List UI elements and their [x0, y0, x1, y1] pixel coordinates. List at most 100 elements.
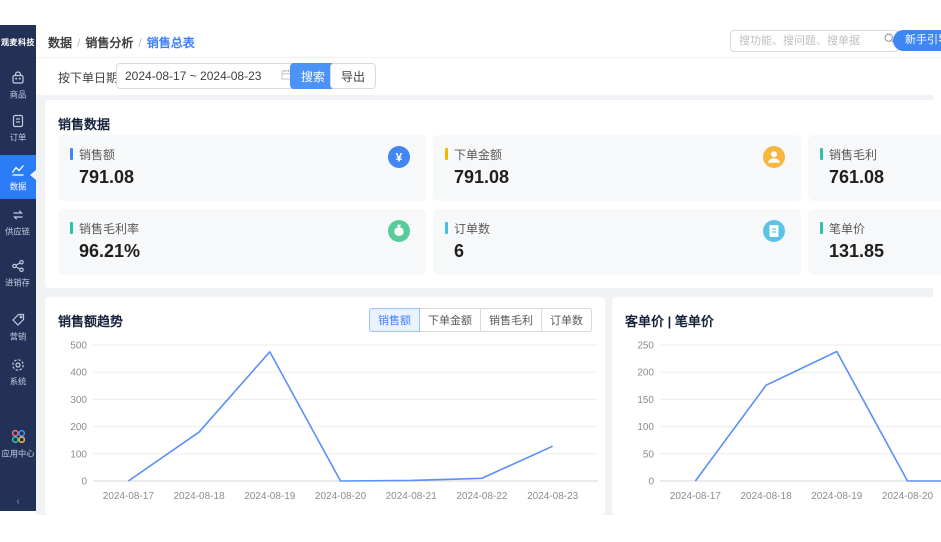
search-input[interactable] — [737, 34, 883, 48]
metric-label: 销售额 — [79, 148, 116, 162]
metric-label: 下单金额 — [454, 148, 503, 162]
metric-value: 96.21% — [79, 241, 141, 261]
svg-text:0: 0 — [648, 477, 654, 488]
sidebar-item-supply-chain[interactable]: 供应链 — [0, 207, 36, 238]
date-range-value: 2024-08-17 ~ 2024-08-23 — [125, 69, 262, 83]
user-icon — [763, 146, 785, 168]
accent-bar — [445, 222, 448, 234]
gear-icon — [10, 357, 26, 373]
svg-text:¥: ¥ — [396, 151, 403, 165]
metric-value: 791.08 — [79, 167, 135, 187]
svg-text:2024-08-19: 2024-08-19 — [811, 491, 863, 502]
sidebar-item-inventory[interactable]: 进销存 — [0, 258, 36, 289]
date-type-label: 按下单日期 — [58, 71, 119, 85]
yen-icon: ¥ — [388, 146, 410, 168]
newbie-guide-button[interactable]: 新手引导 — [893, 30, 941, 51]
tab-gross-profit[interactable]: 销售毛利 — [480, 308, 542, 332]
svg-text:200: 200 — [637, 368, 654, 379]
svg-text:2024-08-17: 2024-08-17 — [103, 491, 155, 502]
metric-card-order-count: 订单数 6 — [433, 209, 801, 275]
unit-price-line-chart: 0 50 100 150 200 250 2024-08-17 2024-08-18 2024-… — [637, 341, 941, 502]
export-button[interactable]: 导出 — [330, 63, 377, 89]
svg-text:200: 200 — [70, 422, 87, 433]
breadcrumb-item[interactable]: 销售分析 — [85, 36, 133, 50]
sidebar-item-label: 进销存 — [5, 278, 31, 288]
metric-card-avg-order-value: 笔单价 131.85 — [808, 209, 941, 275]
metric-value: 6 — [454, 241, 465, 261]
inventory-nodes-icon — [10, 258, 26, 274]
breadcrumb-bar: 数据/销售分析/销售总表 新手引导 — [36, 25, 941, 58]
order-icon — [10, 113, 26, 129]
sidebar-item-goods[interactable]: 商品 — [0, 70, 36, 101]
active-notch — [25, 170, 36, 180]
sidebar-collapse-icon[interactable]: ‹ — [0, 497, 36, 507]
sidebar-item-marketing[interactable]: 营销 — [0, 312, 36, 343]
accent-bar — [445, 148, 448, 160]
metric-label: 销售毛利 — [829, 148, 878, 162]
svg-text:2024-08-20: 2024-08-20 — [315, 491, 367, 502]
metric-card-order-amount: 下单金额 791.08 — [433, 135, 801, 201]
bag-icon — [10, 70, 26, 86]
sidebar-item-data[interactable]: 数据 — [0, 155, 36, 199]
svg-text:50: 50 — [643, 449, 655, 460]
supply-arrows-icon — [10, 207, 26, 223]
sidebar-item-label: 商品 — [9, 90, 27, 100]
accent-bar — [70, 148, 73, 160]
sales-trend-line-chart: 0 100 200 300 400 500 2024-08-17 2024-08-18 2024… — [70, 341, 598, 502]
metric-card-gross-margin: 销售毛利率 96.21% — [58, 209, 426, 275]
svg-text:500: 500 — [70, 341, 87, 352]
sidebar-item-app-center[interactable]: 应用中心 — [0, 428, 36, 460]
svg-text:2024-08-21: 2024-08-21 — [386, 491, 438, 502]
tab-order-amount[interactable]: 下单金额 — [419, 308, 481, 332]
metric-card-gross-profit: 销售毛利 761.08 — [808, 135, 941, 201]
svg-text:400: 400 — [70, 368, 87, 379]
metric-label: 笔单价 — [829, 222, 866, 236]
metric-label: 订单数 — [454, 222, 491, 236]
section-title: 销售数据 — [58, 117, 111, 132]
svg-text:100: 100 — [70, 449, 87, 460]
svg-text:2024-08-18: 2024-08-18 — [740, 491, 792, 502]
svg-text:300: 300 — [70, 395, 87, 406]
tab-sales-amount[interactable]: 销售额 — [369, 308, 420, 332]
metric-value: 131.85 — [829, 241, 885, 261]
sidebar-item-label: 系统 — [9, 377, 27, 387]
accent-bar — [70, 222, 73, 234]
accent-bar — [820, 148, 823, 160]
metric-label: 销售毛利率 — [79, 222, 140, 236]
svg-text:250: 250 — [637, 341, 654, 352]
date-range-picker[interactable]: 2024-08-17 ~ 2024-08-23 — [116, 63, 302, 89]
sidebar-item-label: 供应链 — [5, 227, 31, 237]
svg-text:100: 100 — [637, 422, 654, 433]
breadcrumb-item[interactable]: 数据 — [48, 36, 72, 50]
svg-text:2024-08-23: 2024-08-23 — [527, 491, 579, 502]
moneybag-icon — [388, 220, 410, 242]
document-icon — [763, 220, 785, 242]
svg-text:2024-08-22: 2024-08-22 — [456, 491, 508, 502]
app-center-icon — [10, 428, 27, 445]
metric-value: 791.08 — [454, 167, 510, 187]
sidebar-item-label: 应用中心 — [1, 449, 35, 459]
sidebar-item-label: 数据 — [9, 182, 27, 192]
sidebar-item-label: 营销 — [9, 332, 27, 342]
accent-bar — [820, 222, 823, 234]
metric-card-sales-amount: 销售额 791.08 ¥ — [58, 135, 426, 201]
svg-text:2024-08-18: 2024-08-18 — [173, 491, 225, 502]
svg-text:2024-08-17: 2024-08-17 — [670, 491, 722, 502]
breadcrumb: 数据 / 销售分析 / 销售总表 — [48, 36, 195, 50]
svg-text:2024-08-19: 2024-08-19 — [244, 491, 296, 502]
breadcrumb-item-current: 销售总表 — [146, 36, 195, 50]
chart-icon — [10, 162, 26, 178]
sidebar: 观麦科技 商品 订单 数据 供应链 进销存 营销 系统 应用中心 ‹ — [0, 25, 36, 511]
svg-text:0: 0 — [81, 477, 87, 488]
unit-price-panel: 客单价 | 笔单价 0 50 100 150 200 250 2024-08-17 2024-… — [612, 297, 941, 515]
app-logo: 观麦科技 — [1, 38, 35, 47]
sidebar-item-orders[interactable]: 订单 — [0, 113, 36, 144]
sidebar-item-system[interactable]: 系统 — [0, 357, 36, 388]
filter-bar: 按下单日期 2024-08-17 ~ 2024-08-23 搜索 导出 — [36, 58, 941, 95]
global-search[interactable] — [730, 30, 899, 52]
metric-value: 761.08 — [829, 167, 885, 187]
svg-text:2024-08-20: 2024-08-20 — [882, 491, 934, 502]
tab-order-count[interactable]: 订单数 — [541, 308, 592, 332]
svg-text:150: 150 — [637, 395, 654, 406]
tag-icon — [10, 312, 26, 328]
